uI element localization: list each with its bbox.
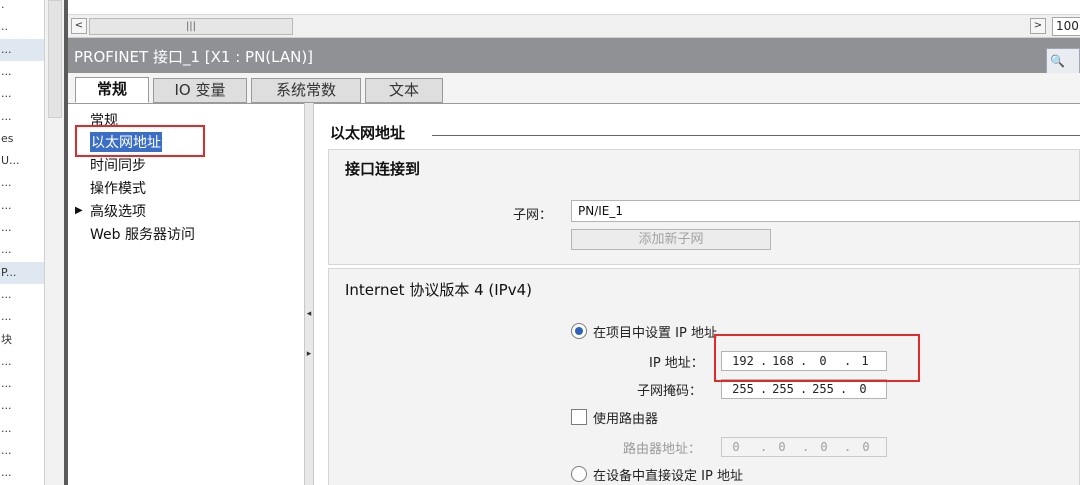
tree-item[interactable]: ... — [0, 306, 44, 328]
scrollbar-thumb[interactable]: ||| — [89, 18, 293, 35]
mask-octet: 255 — [732, 382, 754, 396]
router-octet: 0 — [778, 440, 786, 454]
tree-item[interactable]: ... — [0, 395, 44, 417]
subnet-label: 子网： — [513, 208, 553, 223]
tree-item[interactable]: ... — [0, 217, 44, 239]
tree-item[interactable]: ... — [0, 284, 44, 306]
horizontal-scrollbar[interactable]: < ||| > 100 — [68, 14, 1080, 38]
tree-item[interactable]: ... — [0, 195, 44, 217]
tree-item[interactable]: 块 — [0, 329, 44, 351]
router-octet: 0 — [862, 440, 870, 454]
subnet-mask-label: 子网掩码： — [637, 384, 703, 399]
tree-item[interactable]: ... — [0, 351, 44, 373]
expand-arrow-icon[interactable]: ▶ — [75, 205, 83, 216]
group-title: 接口连接到 — [345, 160, 421, 178]
set-ip-on-device-radio[interactable] — [571, 466, 587, 482]
mask-octet: 255 — [812, 382, 834, 396]
tree-item[interactable]: ... — [0, 106, 44, 128]
dot: . — [840, 382, 848, 396]
set-ip-in-project-radio[interactable] — [571, 323, 587, 339]
tab-strip: 常规 IO 变量 系统常数 文本 — [68, 73, 1080, 103]
subnet-field[interactable]: PN/IE_1 — [571, 200, 1080, 222]
highlight-box — [714, 334, 920, 382]
tree-item[interactable]: ... — [0, 172, 44, 194]
nav-item-web-server[interactable]: Web 服务器访问 — [90, 224, 195, 244]
project-tree-scrollbar[interactable] — [44, 0, 64, 485]
tree-item[interactable]: ... — [0, 462, 44, 484]
property-nav: 常规 以太网地址 时间同步 操作模式 ▶ 高级选项 Web 服务器访问 — [68, 103, 304, 485]
mask-octet: 255 — [772, 382, 794, 396]
scroll-left-button[interactable]: < — [71, 18, 87, 34]
tab-general[interactable]: 常规 — [75, 77, 149, 103]
inspector-title: PROFINET 接口_1 [X1 : PN(LAN)] — [74, 48, 314, 66]
tree-item[interactable]: ... — [0, 373, 44, 395]
zoom-level-field[interactable]: 100 — [1052, 17, 1080, 36]
interface-connection-group: 接口连接到 子网： PN/IE_1 添加新子网 — [328, 149, 1080, 265]
splitter[interactable]: ◂ ▸ — [304, 103, 314, 485]
scroll-right-button[interactable]: > — [1030, 18, 1046, 34]
project-tree[interactable]: ............... es U............... P......… — [0, 0, 44, 485]
router-octet: 0 — [732, 440, 740, 454]
tab-system-constants[interactable]: 系统常数 — [251, 78, 361, 103]
use-router-label[interactable]: 使用路由器 — [593, 408, 658, 427]
properties-tab[interactable]: 🔍属 — [1046, 48, 1080, 92]
tab-io-tags[interactable]: IO 变量 — [153, 78, 247, 103]
tree-item[interactable]: ... — [0, 239, 44, 261]
add-new-subnet-button[interactable]: 添加新子网 — [571, 229, 771, 250]
tree-item[interactable]: . — [0, 0, 44, 16]
tree-item[interactable]: ... — [0, 418, 44, 440]
collapse-right-icon[interactable]: ▸ — [305, 347, 313, 361]
dot: . — [760, 440, 768, 454]
nav-item-operating-mode[interactable]: 操作模式 — [90, 178, 146, 198]
section-heading: 以太网地址 — [330, 124, 406, 142]
tree-item[interactable]: ... — [0, 440, 44, 462]
inspector-title-bar: PROFINET 接口_1 [X1 : PN(LAN)] 🔍属 — [68, 38, 1080, 92]
tree-item[interactable]: ... — [0, 83, 44, 105]
properties-content: 以太网地址 接口连接到 子网： PN/IE_1 添加新子网 Internet 协… — [314, 103, 1080, 485]
ipv4-group: Internet 协议版本 4 (IPv4) 在项目中设置 IP 地址 IP 地… — [328, 268, 1080, 485]
magnifier-icon: 🔍 — [1050, 54, 1065, 68]
dot: . — [802, 440, 810, 454]
heading-rule — [432, 135, 1080, 136]
highlight-box — [75, 125, 205, 157]
tree-item[interactable]: ... — [0, 38, 44, 61]
dot: . — [800, 382, 808, 396]
tree-item[interactable]: .. — [0, 16, 44, 38]
nav-item-advanced-options[interactable]: 高级选项 — [90, 201, 146, 221]
tab-texts[interactable]: 文本 — [365, 78, 443, 103]
router-address-field[interactable]: 0 . 0 . 0 . 0 — [721, 437, 887, 457]
mask-octet: 0 — [859, 382, 867, 396]
subnet-mask-field[interactable]: 255 . 255 . 255 . 0 — [721, 379, 887, 399]
tree-item[interactable]: U... — [0, 150, 44, 172]
group-title: Internet 协议版本 4 (IPv4) — [345, 281, 533, 299]
scrollbar-thumb[interactable] — [48, 0, 62, 118]
dot: . — [844, 440, 852, 454]
nav-item-time-sync[interactable]: 时间同步 — [90, 155, 146, 175]
use-router-checkbox[interactable] — [571, 409, 587, 425]
router-octet: 0 — [820, 440, 828, 454]
set-ip-on-device-label[interactable]: 在设备中直接设定 IP 地址 — [593, 465, 743, 484]
tree-item[interactable]: es — [0, 128, 44, 150]
tree-item[interactable]: P... — [0, 261, 44, 284]
ip-address-label: IP 地址： — [649, 356, 704, 371]
set-ip-in-project-label[interactable]: 在项目中设置 IP 地址 — [593, 322, 717, 341]
tree-item[interactable]: ... — [0, 61, 44, 83]
router-address-label: 路由器地址： — [623, 442, 702, 457]
dot: . — [760, 382, 768, 396]
collapse-left-icon[interactable]: ◂ — [305, 307, 313, 321]
